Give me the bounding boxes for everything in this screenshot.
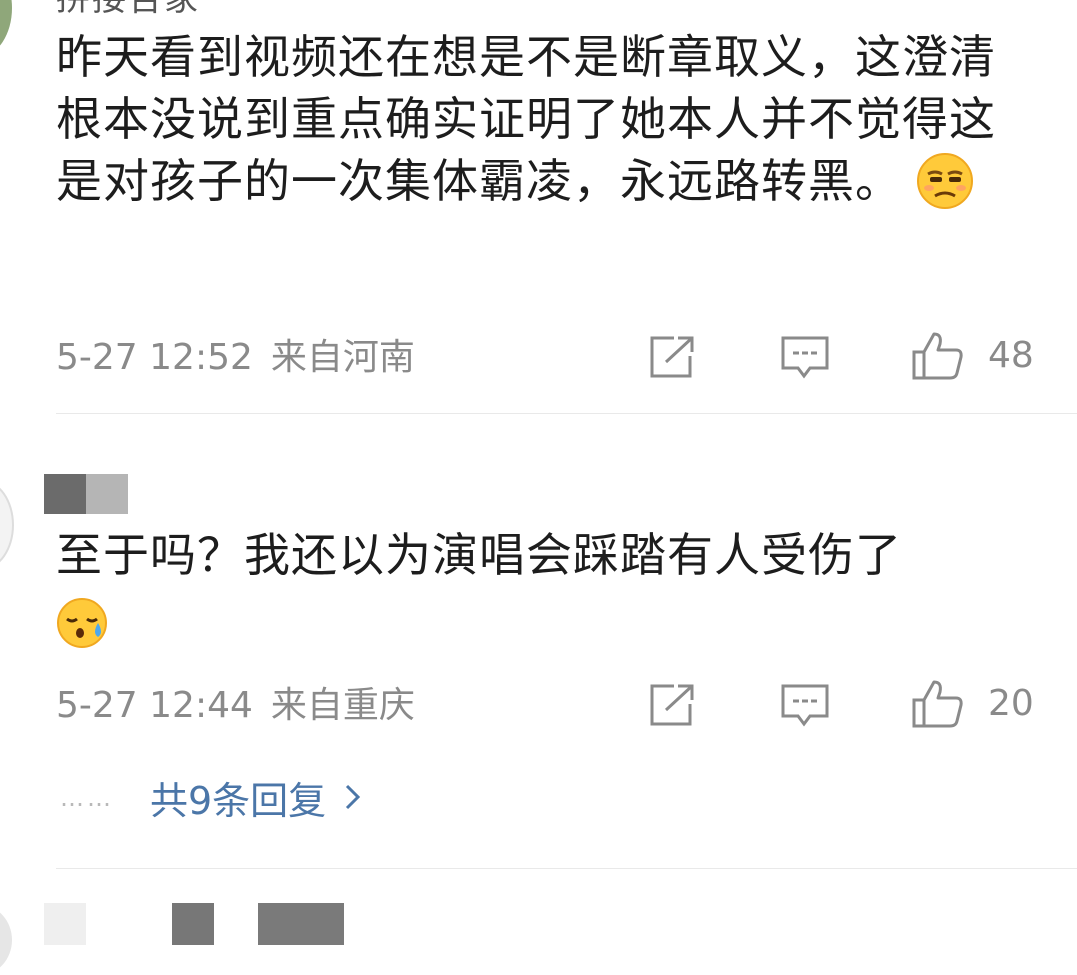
share-button[interactable] bbox=[648, 334, 696, 380]
replies-dots: …… bbox=[60, 783, 114, 812]
comment-divider bbox=[56, 413, 1077, 414]
comment-location: 来自河南 bbox=[270, 337, 415, 378]
avatar[interactable] bbox=[0, 480, 14, 570]
blurred-username bbox=[172, 903, 214, 945]
share-button[interactable] bbox=[648, 682, 696, 728]
thumbs-up-icon bbox=[912, 332, 963, 380]
comment-time: 5-27 12:44 bbox=[56, 685, 253, 726]
blurred-username bbox=[258, 903, 344, 945]
blurred-username bbox=[86, 474, 128, 514]
unamused-face-emoji bbox=[916, 152, 974, 210]
share-icon bbox=[650, 336, 694, 378]
like-count: 20 bbox=[988, 683, 1034, 724]
comment-text-content: 昨天看到视频还在想是不是断章取义，这澄清根本没说到重点确实证明了她本人并不觉得这… bbox=[56, 30, 996, 208]
comment-divider bbox=[56, 868, 1077, 869]
comment-text: 至于吗？我还以为演唱会踩踏有人受伤了 bbox=[56, 524, 1016, 649]
share-icon bbox=[650, 684, 694, 726]
like-button[interactable]: 48 bbox=[910, 330, 1034, 382]
comment-meta: 5-27 12:52 来自河南 bbox=[56, 338, 415, 378]
blurred-username bbox=[44, 474, 86, 514]
avatar[interactable] bbox=[0, 0, 12, 56]
view-replies-label: 共9条回复 bbox=[150, 779, 327, 823]
replies-row: …… 共9条回复 bbox=[60, 770, 362, 825]
comment-icon bbox=[781, 684, 829, 727]
comment-time: 5-27 12:52 bbox=[56, 337, 253, 378]
view-replies-link[interactable]: 共9条回复 bbox=[150, 770, 362, 825]
comment-button[interactable] bbox=[780, 682, 830, 728]
comment-button[interactable] bbox=[780, 334, 830, 380]
comment-meta: 5-27 12:44 来自重庆 bbox=[56, 686, 415, 726]
like-count: 48 bbox=[988, 335, 1034, 376]
comment-location: 来自重庆 bbox=[270, 685, 415, 726]
thumbs-up-icon bbox=[912, 680, 963, 728]
comment-text: 昨天看到视频还在想是不是断章取义，这澄清根本没说到重点确实证明了她本人并不觉得这… bbox=[56, 26, 1016, 214]
comment-username[interactable]: 拼接告家 bbox=[56, 0, 200, 16]
comment-icon bbox=[781, 336, 829, 379]
avatar[interactable] bbox=[0, 905, 12, 975]
like-button[interactable]: 20 bbox=[910, 678, 1034, 730]
chevron-right-icon bbox=[344, 776, 362, 820]
blurred-username bbox=[44, 903, 86, 945]
sad-relieved-face-emoji bbox=[56, 597, 108, 649]
comment-text-content: 至于吗？我还以为演唱会踩踏有人受伤了 bbox=[56, 528, 902, 582]
